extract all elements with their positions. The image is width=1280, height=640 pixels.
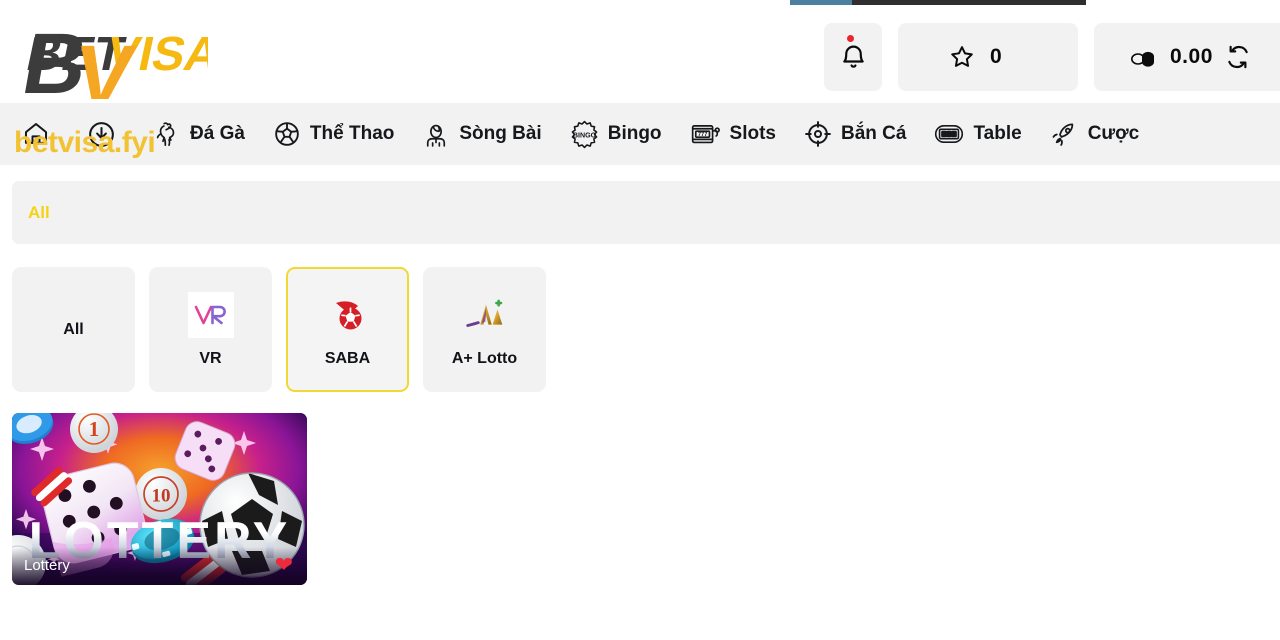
notification-badge-dot — [847, 35, 854, 42]
nav-label-table: Table — [973, 123, 1022, 144]
svg-text:10: 10 — [152, 486, 171, 507]
game-tile-lottery[interactable]: 1 10 LOTTERY Lottery ❤ — [12, 413, 307, 585]
svg-text:777: 777 — [697, 132, 707, 138]
rooster-icon — [156, 121, 175, 146]
table-game-icon — [935, 125, 964, 143]
aplus-lotto-logo-icon — [462, 292, 508, 338]
svg-text:1: 1 — [89, 417, 100, 441]
notifications-button[interactable] — [824, 23, 882, 91]
nav-label-the-thao: Thể Thao — [309, 123, 395, 144]
nav-label-bingo: Bingo — [607, 123, 662, 144]
main-navigation: Đá Gà Thể Thao Sòng Bài BINGO Bingo 777 … — [0, 103, 1280, 165]
provider-label-all: All — [63, 320, 84, 338]
nav-item-download[interactable] — [73, 103, 139, 165]
provider-card-vr[interactable]: VR — [149, 267, 272, 392]
betvisa-logo-icon: BET VISA B V — [16, 17, 208, 99]
nav-label-da-ga: Đá Gà — [190, 123, 245, 144]
provider-label-vr: VR — [199, 349, 222, 367]
bell-icon — [842, 45, 864, 68]
nav-item-da-ga[interactable]: Đá Gà — [139, 103, 259, 165]
nav-item-song-bai[interactable]: Sòng Bài — [408, 103, 555, 165]
provider-card-aplus-lotto[interactable]: A+ Lotto — [423, 267, 546, 392]
balance-widget[interactable]: 0.00 — [1094, 23, 1280, 91]
nav-item-the-thao[interactable]: Thể Thao — [259, 103, 408, 165]
nav-item-slots[interactable]: 777 Slots — [676, 103, 790, 165]
game-name-label: Lottery — [24, 556, 70, 574]
rocket-icon — [1052, 123, 1073, 146]
star-icon — [951, 46, 973, 67]
provider-card-list: All VR SABA A+ Lotto — [12, 267, 546, 392]
nav-label-ban-ca: Bắn Cá — [841, 123, 907, 144]
soccer-ball-icon — [275, 122, 299, 146]
casino-dealer-icon — [427, 124, 446, 147]
home-icon — [24, 122, 48, 144]
favorites-count: 0 — [990, 45, 1003, 68]
refresh-icon[interactable] — [1225, 44, 1251, 70]
vr-logo-icon — [187, 291, 234, 338]
saba-logo-icon — [325, 292, 371, 338]
page-root: BET VISA B V 0 0.00 Đá Gà Thể Thao Sòng … — [0, 0, 1280, 640]
nav-item-home[interactable] — [0, 103, 73, 165]
nav-item-table[interactable]: Table — [920, 103, 1035, 165]
game-tile-footer: Lottery ❤ — [12, 547, 307, 585]
heart-icon[interactable]: ❤ — [275, 554, 293, 576]
provider-card-saba[interactable]: SABA — [286, 267, 409, 392]
site-logo[interactable]: BET VISA B V — [8, 15, 208, 99]
download-icon — [89, 121, 114, 147]
bingo-icon: BINGO — [571, 120, 598, 148]
coins-icon — [1131, 51, 1154, 67]
game-tile-grid: 1 10 LOTTERY Lottery ❤ — [12, 413, 307, 585]
slot-machine-icon: 777 — [691, 124, 720, 143]
nav-label-song-bai: Sòng Bài — [459, 123, 542, 144]
balance-amount: 0.00 — [1170, 45, 1213, 68]
header-actions: 0 0.00 — [824, 23, 1280, 91]
favorites-button[interactable]: 0 — [898, 23, 1078, 91]
site-header: BET VISA B V 0 0.00 — [0, 5, 1280, 103]
provider-label-aplus-lotto: A+ Lotto — [451, 349, 518, 367]
nav-label-cuoc: Cược — [1087, 123, 1140, 144]
target-icon — [805, 121, 831, 147]
nav-item-ban-ca[interactable]: Bắn Cá — [790, 103, 920, 165]
nav-item-cuoc[interactable]: Cược — [1036, 103, 1154, 165]
svg-text:BINGO: BINGO — [573, 131, 597, 139]
filter-tab-all[interactable]: All — [28, 181, 50, 244]
provider-label-saba: SABA — [324, 349, 371, 367]
category-filter-bar: All — [12, 181, 1280, 244]
provider-card-all[interactable]: All — [12, 267, 135, 392]
nav-item-bingo[interactable]: BINGO Bingo — [556, 103, 676, 165]
nav-label-slots: Slots — [729, 123, 776, 144]
